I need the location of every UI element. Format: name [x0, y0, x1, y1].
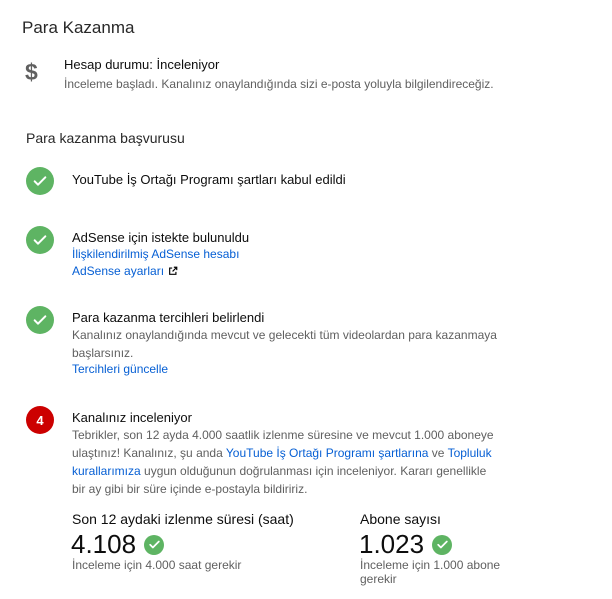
check-icon — [26, 306, 54, 334]
update-preferences-link[interactable]: Tercihleri güncelle — [72, 362, 168, 376]
step-number-badge: 4 — [26, 406, 54, 434]
dollar-icon: $ — [25, 59, 38, 85]
watch-time-requirement: İnceleme için 4.000 saat gerekir — [72, 558, 242, 572]
page-title: Para Kazanma — [22, 18, 135, 37]
step-2-title: AdSense için istekte bulunuldu — [72, 230, 250, 245]
check-icon — [432, 534, 453, 555]
external-link-icon — [168, 265, 178, 279]
section-title: Para kazanma başvurusu — [26, 130, 185, 146]
watch-time-label: Son 12 aydaki izlenme süresi (saat) — [72, 511, 294, 527]
step-4-text-2: ve — [428, 446, 448, 460]
adsense-settings-link[interactable]: AdSense ayarları — [72, 264, 178, 279]
subscribers-label: Abone sayısı — [360, 511, 441, 527]
account-status-description: İnceleme başladı. Kanalınız onaylandığın… — [64, 77, 494, 91]
watch-time-value: 4.108 — [71, 529, 137, 559]
ypp-terms-link[interactable]: YouTube İş Ortağı Programı şartlarına — [226, 446, 429, 460]
check-icon — [26, 167, 54, 195]
linked-adsense-account-link[interactable]: İlişkilendirilmiş AdSense hesabı — [72, 247, 239, 261]
account-status-title: Hesap durumu: İnceleniyor — [64, 57, 220, 72]
check-icon — [144, 534, 165, 555]
step-4-description: Tebrikler, son 12 ayda 4.000 saatlik izl… — [72, 426, 500, 498]
watch-time-value-row: 4.108 — [71, 529, 165, 560]
subscribers-value: 1.023 — [359, 529, 425, 559]
step-4-title: Kanalınız inceleniyor — [72, 410, 192, 425]
step-1-title: YouTube İş Ortağı Programı şartları kabu… — [72, 172, 346, 187]
adsense-settings-label: AdSense ayarları — [72, 264, 165, 278]
step-3-title: Para kazanma tercihleri belirlendi — [72, 310, 265, 325]
check-icon — [26, 226, 54, 254]
step-3-description: Kanalınız onaylandığında mevcut ve gelec… — [72, 328, 497, 360]
subscribers-value-row: 1.023 — [359, 529, 453, 560]
subscribers-requirement: İnceleme için 1.000 abone gerekir — [360, 558, 501, 586]
